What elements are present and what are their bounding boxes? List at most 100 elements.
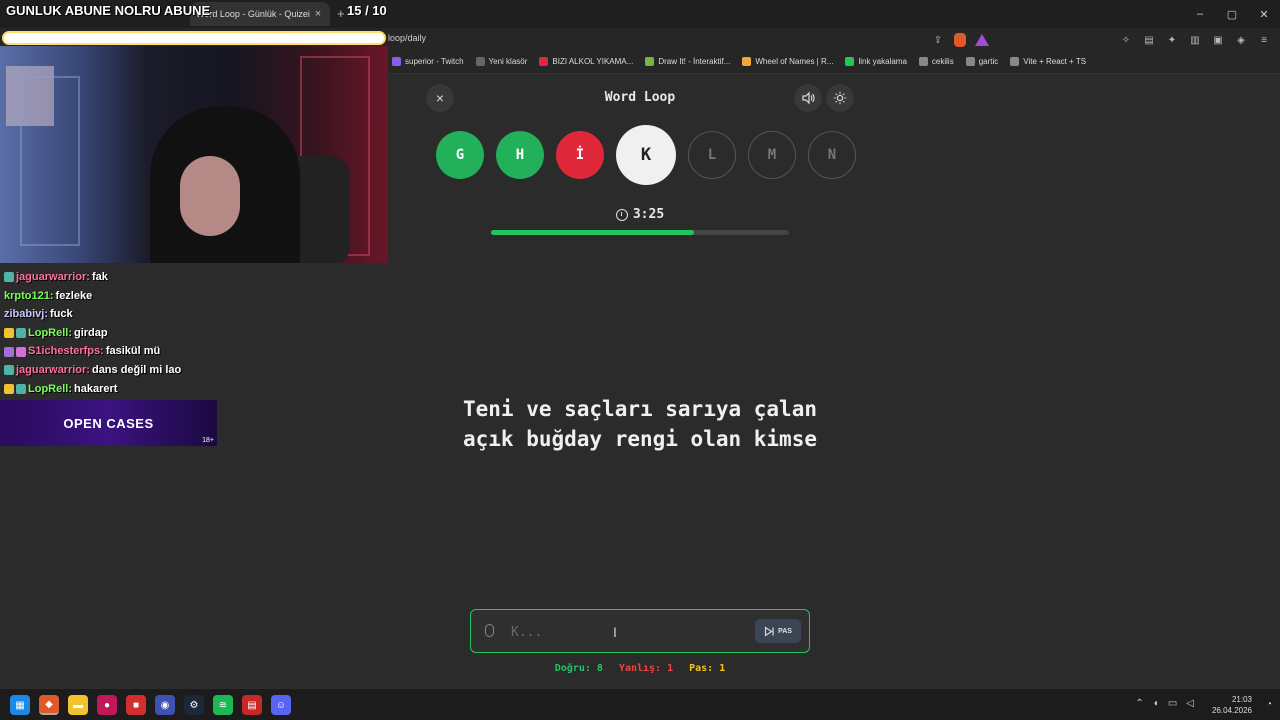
bookmark-item[interactable]: cekilis — [918, 57, 954, 66]
url-text[interactable]: loop/daily — [388, 33, 426, 43]
microphone-icon[interactable]: ◖ — [1153, 698, 1159, 709]
bookmark-item[interactable]: Draw It! - İnteraktif... — [645, 57, 730, 66]
bookmark-item[interactable]: Wheel of Names | R... — [742, 57, 833, 66]
answer-box: I PAS — [470, 609, 810, 653]
vpn-icon[interactable]: ◈ — [1233, 32, 1249, 48]
new-tab-button[interactable]: + — [337, 6, 345, 21]
open-cases-banner: OPEN CASES 18+ — [0, 400, 217, 446]
microphone-icon[interactable] — [485, 624, 494, 637]
extensions-icon[interactable]: ✧ — [1118, 32, 1134, 48]
chat-text: fasikül mü — [105, 345, 161, 358]
chat-message: jaguarwarrior: dans değil mi lao — [4, 361, 224, 380]
pass-button[interactable]: PAS — [755, 619, 801, 643]
network-icon[interactable]: ▭ — [1168, 698, 1177, 709]
chat-message: LopRell: hakarert — [4, 380, 224, 399]
score-stats: Doğru: 8 Yanlış: 1 Pas: 1 — [470, 663, 810, 674]
bookmark-favicon-icon — [539, 57, 549, 66]
share-icon[interactable]: ⇪ — [930, 32, 946, 48]
chat-badge-icon — [4, 365, 14, 376]
chat-text: fuck — [50, 308, 73, 321]
close-window-button[interactable]: ✕ — [1248, 0, 1280, 28]
chat-username: jaguarwarrior: — [16, 271, 90, 283]
menu-icon[interactable]: ≡ — [1256, 32, 1272, 48]
taskbar: ▦ ◆ ▬ ● ■ ◉ ⚙ ≋ ▤ ☺ ⌃ ◖ ▭ ◁ 21:03 26.04.… — [0, 688, 1280, 720]
pass-count: Pas: 1 — [689, 663, 726, 674]
chat-badge-icon — [16, 383, 26, 394]
bookmark-item[interactable]: link yakalama — [845, 57, 907, 66]
chat-badge-icon — [4, 272, 14, 283]
timer: 3:25 — [560, 207, 720, 222]
chat-text: fezleke — [55, 289, 93, 302]
brave-rewards-icon[interactable] — [974, 32, 990, 48]
webcam-feed — [0, 46, 388, 263]
clock-time: 21:03 — [1231, 695, 1252, 704]
bookmark-favicon-icon — [965, 57, 975, 66]
question-text: Teni ve saçları sarıya çalan açık buğday… — [380, 394, 900, 454]
letter-circle-correct: H — [496, 131, 544, 179]
bookmark-label: Draw It! - İnteraktif... — [658, 57, 731, 66]
chat-username: zibabivj: — [4, 308, 49, 321]
bookmark-item[interactable]: BIZI ALKOL YIKAMA... — [539, 57, 633, 66]
steam-icon[interactable]: ⚙ — [184, 695, 204, 715]
spotify-icon[interactable]: ≋ — [213, 695, 233, 715]
app-icon[interactable]: ● — [97, 695, 117, 715]
discord-icon[interactable]: ☺ — [271, 695, 291, 715]
text-cursor-icon: I — [613, 624, 617, 640]
sound-button[interactable] — [794, 84, 822, 112]
close-game-button[interactable]: × — [426, 84, 454, 112]
clock-date: 26.04.2026 — [1211, 706, 1252, 715]
app-icon[interactable]: ■ — [126, 695, 146, 715]
bookmark-item[interactable]: gartic — [965, 57, 998, 66]
chat-username: LopRell: — [28, 326, 72, 339]
close-tab-icon[interactable]: × — [312, 8, 324, 20]
notification-bell-icon[interactable]: ◔ — [1266, 699, 1272, 710]
answer-input[interactable] — [511, 622, 711, 642]
bookmark-favicon-icon — [392, 57, 401, 66]
bookmark-item[interactable]: Vite + React + TS — [1010, 57, 1086, 66]
bookmark-label: cekilis — [931, 57, 954, 66]
brave-shield-icon[interactable] — [952, 32, 968, 48]
leo-icon[interactable]: ✦ — [1164, 32, 1180, 48]
chevron-up-icon[interactable]: ⌃ — [1135, 698, 1143, 709]
reader-icon[interactable]: ▤ — [1141, 32, 1157, 48]
letter-sequence: GHİKLMN — [436, 125, 856, 185]
bookmark-item[interactable]: superior - Twitch — [392, 57, 464, 66]
wallet-icon[interactable]: ▣ — [1210, 32, 1226, 48]
speaker-icon — [802, 91, 815, 105]
overlay-title: GUNLUK ABUNE NOLRU ABUNE — [6, 3, 211, 18]
chat-text: hakarert — [74, 382, 118, 395]
letter-circle-pending: L — [688, 131, 736, 179]
game-title: Word Loop — [604, 90, 676, 105]
start-menu-icon[interactable]: ▦ — [10, 695, 30, 715]
theme-button[interactable] — [826, 84, 854, 112]
correct-count: Doğru: 8 — [554, 663, 603, 674]
chat-message: jaguarwarrior: fak — [4, 268, 224, 287]
bookmark-favicon-icon — [645, 57, 655, 66]
tab-title: Word Loop - Günlük - Quizei — [196, 9, 310, 19]
app-icon[interactable]: ◉ — [155, 695, 175, 715]
maximize-button[interactable]: ▢ — [1216, 0, 1248, 28]
chat-text: girdap — [74, 326, 108, 339]
minimize-button[interactable]: – — [1184, 0, 1216, 28]
overlay-progress-bar — [2, 31, 386, 45]
chat-message: S1ichesterfps: fasikül mü — [4, 342, 224, 361]
file-explorer-icon[interactable]: ▬ — [68, 695, 88, 715]
letter-circle-correct: G — [436, 131, 484, 179]
chat-text: fak — [91, 271, 108, 283]
bookmark-label: Wheel of Names | R... — [755, 57, 834, 66]
sidebar-icon[interactable]: ▥ — [1187, 32, 1203, 48]
chat-badge-icon — [16, 346, 26, 357]
system-clock[interactable]: 21:03 26.04.2026 — [1212, 694, 1252, 716]
chat-badge-icon — [4, 346, 14, 357]
overlay-counter: 15 / 10 — [347, 3, 387, 18]
bookmark-item[interactable]: Yeni klasör — [475, 57, 527, 66]
brave-app-icon[interactable]: ◆ — [39, 695, 59, 715]
chat-badge-icon — [16, 328, 26, 339]
chat-username: krpto121: — [4, 289, 54, 302]
volume-icon[interactable]: ◁ — [1186, 698, 1194, 709]
letter-circle-pending: M — [748, 131, 796, 179]
chat-message: LopRell: girdap — [4, 324, 224, 343]
tab-word-loop[interactable]: Word Loop - Günlük - Quizei × — [190, 2, 330, 26]
timer-value: 3:25 — [632, 207, 665, 222]
app-icon[interactable]: ▤ — [242, 695, 262, 715]
